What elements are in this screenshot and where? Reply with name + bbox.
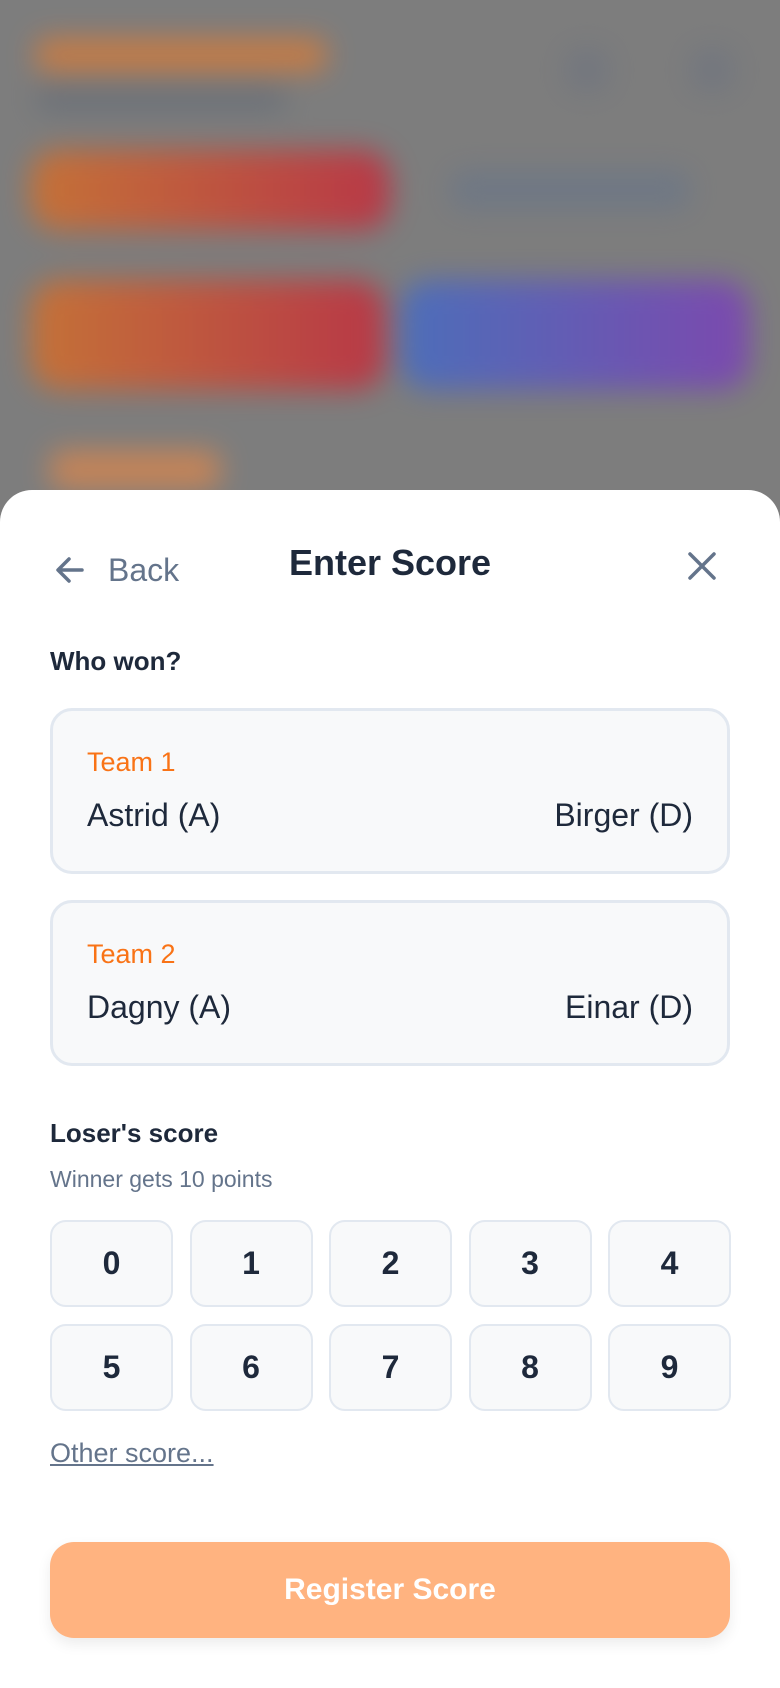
team-name: Team 2 [87,939,176,969]
defender-name: Birger (D) [554,797,693,833]
background-app [0,0,780,560]
score-option-6[interactable]: 6 [189,1324,313,1411]
close-icon[interactable] [680,544,724,588]
background-icon [690,48,734,92]
other-score-link[interactable]: Other score... [50,1438,214,1469]
team-2-card[interactable]: Team 2 Dagny (A) Einar (D) [50,900,730,1066]
page-title: Enter Score [288,542,492,583]
attacker-name: Astrid (A) [87,797,221,833]
score-grid: 0 1 2 3 4 5 6 7 8 9 [50,1220,731,1411]
background-subtitle [36,88,286,110]
score-option-8[interactable]: 8 [468,1324,592,1411]
background-link [450,170,690,210]
register-score-button[interactable]: Register Score [50,1542,730,1638]
background-logo [36,38,326,72]
score-hint: Winner gets 10 points [50,1166,273,1192]
attacker-name: Dagny (A) [87,989,232,1025]
who-won-label: Who won? [50,646,182,676]
score-option-1[interactable]: 1 [189,1220,313,1307]
score-sheet: Back Enter Score Who won? Team 1 Astrid … [0,490,780,1688]
score-option-9[interactable]: 9 [608,1324,731,1411]
background-card [30,280,385,390]
losers-score-label: Loser's score [50,1118,219,1148]
background-card [400,280,750,390]
score-option-7[interactable]: 7 [329,1324,452,1411]
team-name: Team 1 [87,747,176,777]
score-option-5[interactable]: 5 [50,1324,173,1411]
defender-name: Einar (D) [564,989,693,1025]
score-option-3[interactable]: 3 [468,1220,592,1307]
score-option-0[interactable]: 0 [50,1220,173,1307]
team-1-card[interactable]: Team 1 Astrid (A) Birger (D) [50,708,730,874]
background-button [30,150,390,230]
sheet-header: Back Enter Score [0,490,780,640]
score-option-2[interactable]: 2 [329,1220,452,1307]
score-option-4[interactable]: 4 [608,1220,731,1307]
background-tab [50,450,220,490]
background-icon [565,48,609,92]
